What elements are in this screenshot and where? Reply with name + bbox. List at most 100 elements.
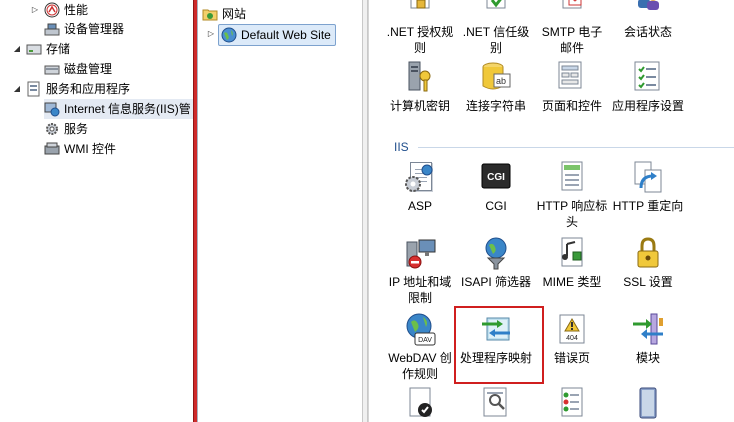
feature-http-response-headers[interactable]: HTTP 响应标头 — [534, 160, 610, 230]
feature-label: WebDAV 创作规则 — [388, 351, 452, 381]
expand-arrow-icon[interactable]: ▷ — [30, 0, 40, 20]
feature-http-redirect[interactable]: HTTP 重定向 — [610, 160, 686, 214]
feature-label: HTTP 重定向 — [612, 199, 684, 213]
tree-item-storage[interactable]: ◢ 存储 — [12, 39, 70, 59]
feature-machine-key[interactable]: 计算机密钥 — [382, 60, 458, 114]
tree-item-performance[interactable]: ▷ 性能 — [30, 0, 88, 20]
performance-icon — [44, 2, 60, 18]
device-manager-icon — [44, 21, 60, 37]
default-web-site-node[interactable]: Default Web Site — [218, 24, 336, 46]
features-pane: .NET 授权规则 .NET 信任级别 SMTP 电子邮件 会话状态 计算机密钥… — [378, 0, 734, 422]
gear-icon — [44, 121, 60, 137]
feature-mime-types[interactable]: MIME 类型 — [534, 236, 610, 290]
group-divider — [418, 147, 734, 148]
feature-label: CGI — [485, 199, 507, 213]
feature-label: 会话状态 — [623, 25, 672, 39]
tree-pane: ▷ 性能 设备管理器 ◢ 存储 磁盘管理 ◢ 服务和应用程序 Internet … — [0, 0, 193, 422]
output-caching-icon — [403, 386, 437, 420]
feature-webdav-authoring-rules[interactable]: DAV WebDAV 创作规则 — [382, 312, 458, 382]
tree-item-label: 存储 — [46, 42, 71, 56]
feature-label: 模块 — [635, 351, 660, 365]
lock-icon — [631, 236, 665, 270]
tree-item-label: 服务 — [64, 122, 89, 136]
ip-restrictions-icon — [403, 236, 437, 270]
feature-row6-item2[interactable] — [458, 386, 534, 422]
feature-ip-domain-restrictions[interactable]: IP 地址和域限制 — [382, 236, 458, 306]
feature-label: .NET 信任级别 — [462, 25, 530, 55]
logging-icon — [631, 386, 665, 420]
tree-item-wmi[interactable]: WMI 控件 — [44, 139, 116, 159]
feature-ssl-settings[interactable]: SSL 设置 — [610, 236, 686, 290]
machine-key-icon — [403, 60, 437, 94]
modules-icon — [631, 312, 665, 346]
feature-cgi[interactable]: CGI CGI — [458, 160, 534, 214]
feature-net-trust-level[interactable]: .NET 信任级别 — [458, 0, 534, 56]
http-redirect-icon — [631, 160, 665, 194]
http-headers-icon — [555, 160, 589, 194]
feature-connection-strings[interactable]: ab 连接字符串 — [458, 60, 534, 114]
pane-border — [368, 0, 378, 422]
feature-label: IP 地址和域限制 — [388, 275, 452, 305]
feature-label: 处理程序映射 — [460, 351, 533, 365]
tree-item-label: Internet 信息服务(IIS)管 — [64, 102, 191, 116]
tree-item-label: 磁盘管理 — [64, 62, 113, 76]
feature-session-state[interactable]: 会话状态 — [610, 0, 686, 40]
connections-sites-node[interactable]: 网站 — [202, 4, 246, 24]
tree-item-label: 服务和应用程序 — [46, 82, 131, 96]
tree-item-iis-manager[interactable]: Internet 信息服务(IIS)管 — [44, 99, 193, 119]
feature-label: 应用程序设置 — [612, 99, 685, 113]
tree-item-label: WMI 控件 — [64, 142, 116, 156]
tree-item-services[interactable]: 服务 — [44, 119, 88, 139]
feature-row6-item3[interactable] — [534, 386, 610, 422]
webdav-icon: DAV — [403, 312, 437, 346]
disk-management-icon — [44, 61, 60, 77]
feature-label: 计算机密钥 — [389, 99, 450, 113]
feature-error-pages[interactable]: 404 错误页 — [534, 312, 610, 366]
directory-browsing-icon — [479, 386, 513, 420]
feature-net-authorization[interactable]: .NET 授权规则 — [382, 0, 458, 56]
tree-item-disk-management[interactable]: 磁盘管理 — [44, 59, 112, 79]
feature-pages-controls[interactable]: 页面和控件 — [534, 60, 610, 114]
feature-handler-mappings[interactable]: 处理程序映射 — [458, 312, 534, 366]
tree-item-device-manager[interactable]: 设备管理器 — [44, 19, 124, 39]
app-settings-icon — [631, 60, 665, 94]
feature-row6-item1[interactable] — [382, 386, 458, 422]
feature-row6-item4[interactable] — [610, 386, 686, 422]
users-icon — [631, 0, 665, 20]
error-badge-text: 404 — [566, 335, 578, 342]
default-web-site-label: Default Web Site — [241, 28, 331, 42]
feature-label: 错误页 — [553, 351, 590, 365]
feature-app-settings[interactable]: 应用程序设置 — [610, 60, 686, 114]
error-page-icon: 404 — [555, 312, 589, 346]
webdav-badge-text: DAV — [418, 337, 432, 344]
collapse-arrow-icon[interactable]: ◢ — [12, 79, 22, 99]
services-apps-icon — [26, 81, 42, 97]
default-document-icon — [555, 386, 589, 420]
asp-icon — [403, 160, 437, 194]
tree-item-label: 性能 — [64, 3, 89, 17]
expand-arrow-icon[interactable]: ▷ — [206, 29, 216, 38]
net-authorization-icon — [403, 0, 437, 20]
cgi-icon: CGI — [479, 160, 513, 194]
feature-isapi-filters[interactable]: ISAPI 筛选器 — [458, 236, 534, 290]
wmi-icon — [44, 141, 60, 157]
cgi-badge-text: CGI — [487, 172, 505, 183]
sites-folder-icon — [202, 6, 218, 22]
feature-asp[interactable]: ASP — [382, 160, 458, 214]
tree-item-services-apps[interactable]: ◢ 服务和应用程序 — [12, 79, 130, 99]
email-icon — [555, 0, 589, 20]
feature-label: SMTP 电子邮件 — [541, 25, 603, 55]
feature-modules[interactable]: 模块 — [610, 312, 686, 366]
collapse-arrow-icon[interactable]: ◢ — [12, 39, 22, 59]
storage-icon — [26, 41, 42, 57]
feature-label: 页面和控件 — [541, 99, 602, 113]
feature-label: ISAPI 筛选器 — [460, 275, 531, 289]
feature-smtp-email[interactable]: SMTP 电子邮件 — [534, 0, 610, 56]
iis-manager-icon — [44, 101, 60, 117]
feature-label: .NET 授权规则 — [386, 25, 454, 55]
handler-mappings-icon — [479, 312, 513, 346]
globe-icon — [221, 27, 237, 43]
feature-label: 连接字符串 — [465, 99, 526, 113]
net-trust-icon — [479, 0, 513, 20]
tree-item-label: 设备管理器 — [64, 22, 125, 36]
